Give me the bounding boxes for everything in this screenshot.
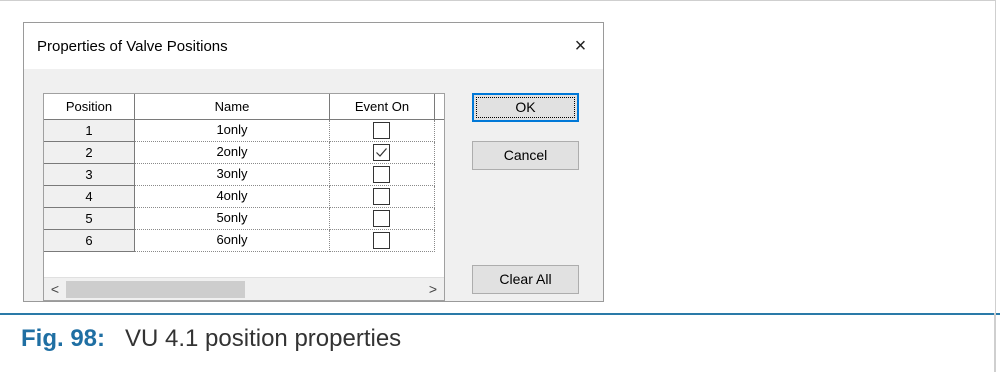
checkbox-icon[interactable] — [373, 210, 390, 227]
column-header-name[interactable]: Name — [135, 94, 330, 119]
caption-label: Fig. 98: — [21, 325, 106, 352]
check-icon — [376, 148, 387, 157]
dialog-titlebar: Properties of Valve Positions × — [24, 23, 603, 69]
checkbox-icon[interactable] — [373, 122, 390, 139]
event-on-cell — [330, 120, 435, 142]
name-cell[interactable]: 1only — [135, 120, 330, 142]
caption-separator — [0, 313, 1000, 315]
scrollbar-thumb[interactable] — [66, 281, 245, 298]
event-on-cell — [330, 230, 435, 252]
close-icon[interactable]: × — [558, 23, 603, 69]
cancel-button[interactable]: Cancel — [472, 141, 579, 170]
event-on-cell — [330, 186, 435, 208]
grid-header: Position Name Event On — [44, 94, 444, 120]
table-row: 6 6only — [44, 230, 444, 252]
dialog-title: Properties of Valve Positions — [37, 38, 228, 55]
row-header-position[interactable]: 4 — [44, 186, 135, 208]
row-header-position[interactable]: 1 — [44, 120, 135, 142]
chevron-left-icon[interactable]: < — [44, 278, 66, 300]
positions-grid: Position Name Event On 1 1only 2 2only 3 3onl… — [43, 93, 445, 301]
chevron-right-icon[interactable]: > — [422, 278, 444, 300]
checkbox-icon[interactable] — [373, 232, 390, 249]
horizontal-scrollbar[interactable]: < > — [44, 277, 444, 300]
row-header-position[interactable]: 6 — [44, 230, 135, 252]
focus-rectangle — [476, 97, 575, 118]
column-header-position[interactable]: Position — [44, 94, 135, 119]
ok-button[interactable]: OK — [472, 93, 579, 122]
name-cell[interactable]: 2only — [135, 142, 330, 164]
checkbox-icon[interactable] — [373, 144, 390, 161]
table-row: 3 3only — [44, 164, 444, 186]
table-row: 4 4only — [44, 186, 444, 208]
table-row: 2 2only — [44, 142, 444, 164]
row-header-position[interactable]: 3 — [44, 164, 135, 186]
figure-caption: Fig. 98: VU 4.1 position properties — [21, 325, 401, 353]
caption-text: VU 4.1 position properties — [125, 325, 402, 352]
frame-edge — [994, 313, 996, 372]
table-row: 1 1only — [44, 120, 444, 142]
properties-dialog: Properties of Valve Positions × Position… — [23, 22, 604, 302]
name-cell[interactable]: 3only — [135, 164, 330, 186]
checkbox-icon[interactable] — [373, 188, 390, 205]
event-on-cell — [330, 208, 435, 230]
row-header-position[interactable]: 5 — [44, 208, 135, 230]
clear-all-button[interactable]: Clear All — [472, 265, 579, 294]
column-header-event-on[interactable]: Event On — [330, 94, 435, 119]
name-cell[interactable]: 4only — [135, 186, 330, 208]
event-on-cell — [330, 142, 435, 164]
name-cell[interactable]: 5only — [135, 208, 330, 230]
event-on-cell — [330, 164, 435, 186]
checkbox-icon[interactable] — [373, 166, 390, 183]
name-cell[interactable]: 6only — [135, 230, 330, 252]
row-header-position[interactable]: 2 — [44, 142, 135, 164]
table-row: 5 5only — [44, 208, 444, 230]
